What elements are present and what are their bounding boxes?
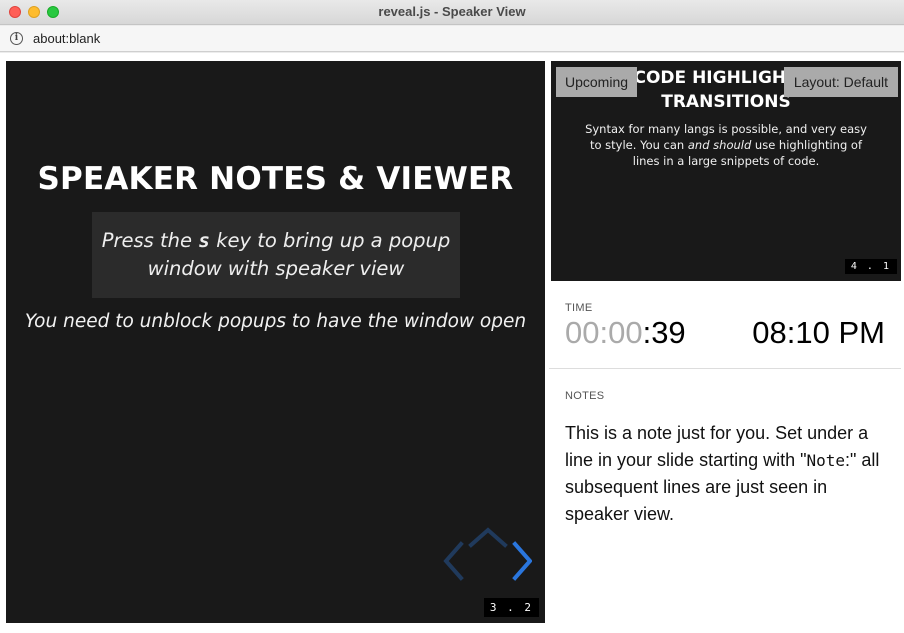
timer-seconds: :39 xyxy=(642,315,686,350)
speaker-notes-text: This is a note just for you. Set under a… xyxy=(565,420,890,528)
speaker-view: SPEAKER NOTES & VIEWER Press the s key t… xyxy=(0,53,904,633)
time-panel: TIME 00:00:39 08:10 PM xyxy=(549,287,901,369)
upcoming-slide: CODE HIGHLIGHT & TRANSITIONS Syntax for … xyxy=(551,61,901,281)
window-titlebar: reveal.js - Speaker View xyxy=(0,0,904,25)
callout-text-after: key to bring up a popup xyxy=(216,229,451,252)
nav-right-arrow-icon[interactable] xyxy=(512,541,532,581)
current-slide-callout: Press the s key to bring up a popup wind… xyxy=(92,212,460,298)
notes-panel: NOTES This is a note just for you. Set u… xyxy=(549,370,901,630)
info-icon[interactable]: i xyxy=(10,32,23,45)
notes-label: NOTES xyxy=(565,390,605,402)
address-bar: i about:blank xyxy=(0,26,904,52)
timer-hours-minutes: 00:00 xyxy=(565,315,643,350)
nav-up-arrow-icon[interactable] xyxy=(468,527,508,548)
current-slide-number: 3 . 2 xyxy=(483,598,539,617)
upcoming-slide-body: Syntax for many langs is possible, and v… xyxy=(581,121,871,169)
url-text[interactable]: about:blank xyxy=(33,31,100,46)
layout-selector-button[interactable]: Layout: Default xyxy=(783,67,898,97)
notes-code: Note xyxy=(806,451,846,470)
upcoming-label: Upcoming xyxy=(556,67,638,97)
time-label: TIME xyxy=(565,302,593,314)
current-slide-heading: SPEAKER NOTES & VIEWER xyxy=(37,161,514,197)
slide-navigation-controls xyxy=(436,521,532,591)
window-title: reveal.js - Speaker View xyxy=(378,4,526,19)
callout-text-before: Press the xyxy=(101,229,193,252)
upcoming-body-emphasis: and should xyxy=(687,138,752,152)
upcoming-slide-number: 4 . 1 xyxy=(844,259,897,274)
upcoming-heading-line-2: TRANSITIONS xyxy=(661,92,791,112)
callout-line-2: window with speaker view xyxy=(147,257,405,280)
nav-left-arrow-icon[interactable] xyxy=(443,541,464,581)
clock: 08:10 PM xyxy=(752,315,885,350)
current-slide-footer: You need to unblock popups to have the w… xyxy=(24,311,527,332)
callout-key: s xyxy=(198,229,210,252)
current-slide: SPEAKER NOTES & VIEWER Press the s key t… xyxy=(6,61,545,623)
elapsed-timer[interactable]: 00:00:39 xyxy=(565,315,686,351)
